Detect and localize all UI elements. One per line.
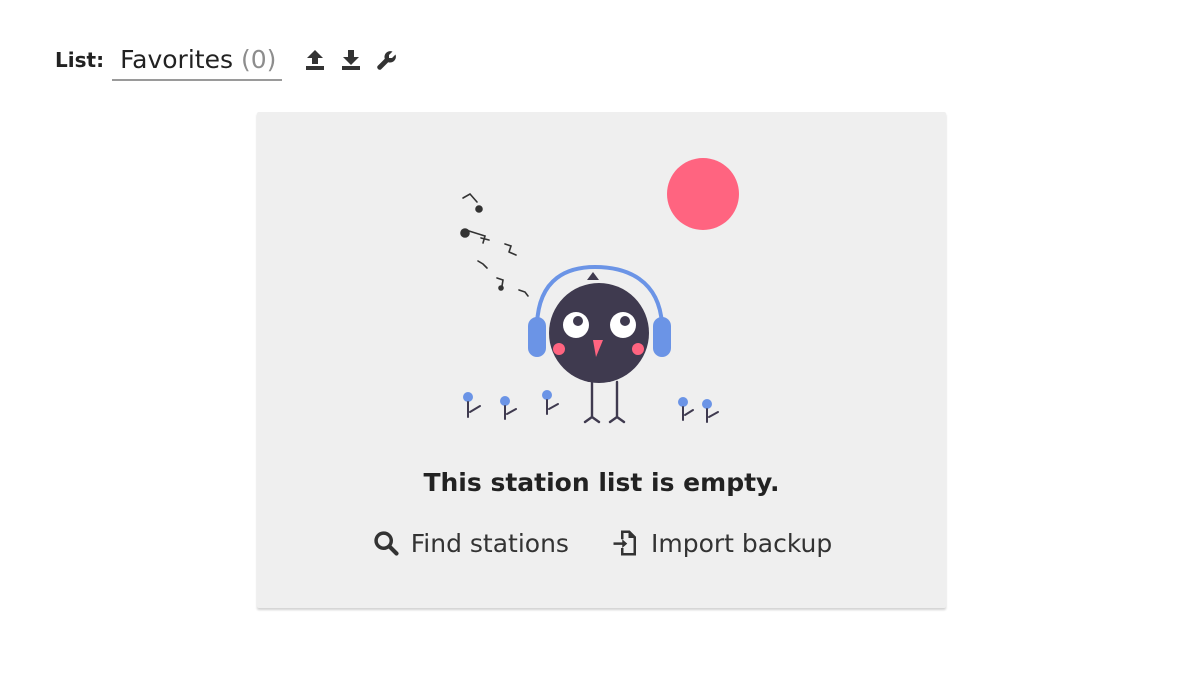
- right-ear-cup: [653, 317, 671, 357]
- left-ear-cup: [528, 317, 546, 357]
- upload-icon[interactable]: [302, 47, 328, 73]
- empty-state-title: This station list is empty.: [423, 468, 780, 497]
- empty-state-actions: Find stations Import backup: [257, 528, 946, 558]
- import-backup-label: Import backup: [650, 528, 833, 558]
- sun-shape: [667, 158, 739, 230]
- bird-headphones-illustration: [460, 158, 739, 424]
- list-name: Favorites: [120, 44, 233, 74]
- music-notes: [460, 192, 529, 297]
- import-file-icon: [611, 528, 641, 558]
- wrench-icon[interactable]: [374, 47, 400, 73]
- list-dropdown[interactable]: Favorites (0): [112, 39, 283, 81]
- bird-body: [549, 283, 649, 383]
- import-backup-button[interactable]: Import backup: [611, 528, 832, 558]
- list-count: (0): [241, 44, 277, 74]
- find-stations-button[interactable]: Find stations: [371, 528, 569, 558]
- search-icon: [371, 528, 401, 558]
- list-label: List:: [55, 48, 105, 72]
- list-selector-bar: List: Favorites (0): [55, 38, 400, 82]
- empty-state-card: This station list is empty. Find station…: [257, 112, 946, 608]
- download-icon[interactable]: [338, 47, 364, 73]
- find-stations-label: Find stations: [410, 528, 569, 558]
